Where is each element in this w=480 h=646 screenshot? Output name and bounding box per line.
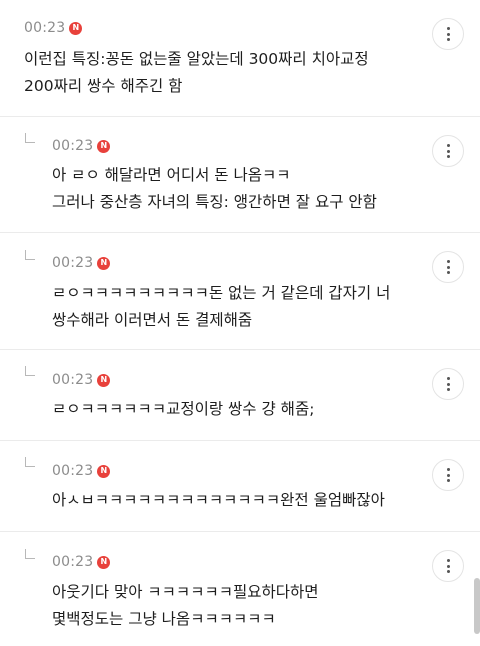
- new-badge-icon: N: [69, 21, 83, 35]
- comment-line: ㄹㅇㅋㅋㅋㅋㅋㅋㅋㅋㅋ돈 없는 거 같은데 갑자기 너: [52, 284, 391, 302]
- comment-line: 아웃기다 맞아 ㅋㅋㅋㅋㅋㅋ필요하다하면: [52, 583, 319, 601]
- dot-icon: [446, 570, 450, 573]
- dot-icon: [446, 559, 450, 562]
- dot-icon: [446, 27, 450, 30]
- new-badge-icon: N: [97, 555, 111, 569]
- comment-text: ㄹㅇㅋㅋㅋㅋㅋㅋ교정이랑 쌍수 걍 해줌;: [52, 396, 314, 423]
- divider: [0, 349, 480, 350]
- comment-text: ㄹㅇㅋㅋㅋㅋㅋㅋㅋㅋㅋ돈 없는 거 같은데 갑자기 너 쌍수해라 이러면서 돈 …: [52, 280, 390, 334]
- dot-icon: [446, 32, 450, 36]
- dot-icon: [446, 479, 450, 482]
- comment-time: 00:23: [24, 20, 66, 36]
- comment-time: 00:23: [52, 372, 94, 388]
- scrollbar[interactable]: [474, 578, 480, 634]
- dot-icon: [446, 468, 450, 471]
- comment-time: 00:23: [52, 255, 94, 271]
- divider: [0, 232, 480, 233]
- new-badge-icon: N: [97, 464, 111, 478]
- comment-line: 200짜리 쌍수 해주긴 함: [24, 77, 183, 95]
- comment-line: 이런집 특징:꽁돈 없는줄 알았는데 300짜리 치아교정: [24, 50, 369, 68]
- comment-time: 00:23: [52, 554, 94, 570]
- dot-icon: [446, 260, 450, 263]
- dot-icon: [446, 382, 450, 386]
- reply-arrow-icon: [25, 457, 35, 467]
- comment-text: 아웃기다 맞아 ㅋㅋㅋㅋㅋㅋ필요하다하면 몇백정도는 그냥 나옴ㅋㅋㅋㅋㅋㅋ: [52, 579, 319, 633]
- dot-icon: [446, 388, 450, 391]
- comment-meta: 00:23 N: [52, 138, 111, 154]
- dot-icon: [446, 473, 450, 477]
- dot-icon: [446, 144, 450, 147]
- new-badge-icon: N: [97, 139, 111, 153]
- dot-icon: [446, 38, 450, 41]
- reply-arrow-icon: [25, 133, 35, 143]
- comment-meta: 00:23 N: [52, 554, 111, 570]
- comment-meta: 00:23 N: [24, 20, 83, 36]
- comment-time: 00:23: [52, 463, 94, 479]
- divider: [0, 440, 480, 441]
- reply-arrow-icon: [25, 366, 35, 376]
- comment-meta: 00:23 N: [52, 255, 111, 271]
- dot-icon: [446, 155, 450, 158]
- comment-line: ㄹㅇㅋㅋㅋㅋㅋㅋ교정이랑 쌍수 걍 해줌;: [52, 400, 315, 418]
- comment-text: 아 ㄹㅇ 해달라면 어디서 돈 나옴ㅋㅋ 그러나 중산층 자녀의 특징: 앵간하…: [52, 162, 377, 216]
- dot-icon: [446, 271, 450, 274]
- dot-icon: [446, 377, 450, 380]
- comment-text: 이런집 특징:꽁돈 없는줄 알았는데 300짜리 치아교정 200짜리 쌍수 해…: [24, 46, 369, 100]
- divider: [0, 531, 480, 532]
- comment-line: 그러나 중산층 자녀의 특징: 앵간하면 잘 요구 안함: [52, 193, 377, 211]
- comment-text: 아ㅅㅂㅋㅋㅋㅋㅋㅋㅋㅋㅋㅋㅋㅋㅋ완전 울엄빠잖아: [52, 487, 385, 514]
- new-badge-icon: N: [97, 373, 111, 387]
- comment-meta: 00:23 N: [52, 372, 111, 388]
- more-options-button[interactable]: [432, 459, 464, 491]
- divider: [0, 116, 480, 117]
- comment-time: 00:23: [52, 138, 94, 154]
- dot-icon: [446, 265, 450, 269]
- more-options-button[interactable]: [432, 251, 464, 283]
- dot-icon: [446, 149, 450, 153]
- reply-arrow-icon: [25, 250, 35, 260]
- new-badge-icon: N: [97, 256, 111, 270]
- comment-line: 아ㅅㅂㅋㅋㅋㅋㅋㅋㅋㅋㅋㅋㅋㅋㅋ완전 울엄빠잖아: [52, 491, 385, 509]
- comment-line: 쌍수해라 이러면서 돈 결제해줌: [52, 311, 253, 329]
- comment-line: 아 ㄹㅇ 해달라면 어디서 돈 나옴ㅋㅋ: [52, 166, 291, 184]
- more-options-button[interactable]: [432, 135, 464, 167]
- more-options-button[interactable]: [432, 18, 464, 50]
- comment-line: 몇백정도는 그냥 나옴ㅋㅋㅋㅋㅋㅋ: [52, 610, 276, 628]
- more-options-button[interactable]: [432, 368, 464, 400]
- comment-meta: 00:23 N: [52, 463, 111, 479]
- more-options-button[interactable]: [432, 550, 464, 582]
- reply-arrow-icon: [25, 549, 35, 559]
- dot-icon: [446, 564, 450, 568]
